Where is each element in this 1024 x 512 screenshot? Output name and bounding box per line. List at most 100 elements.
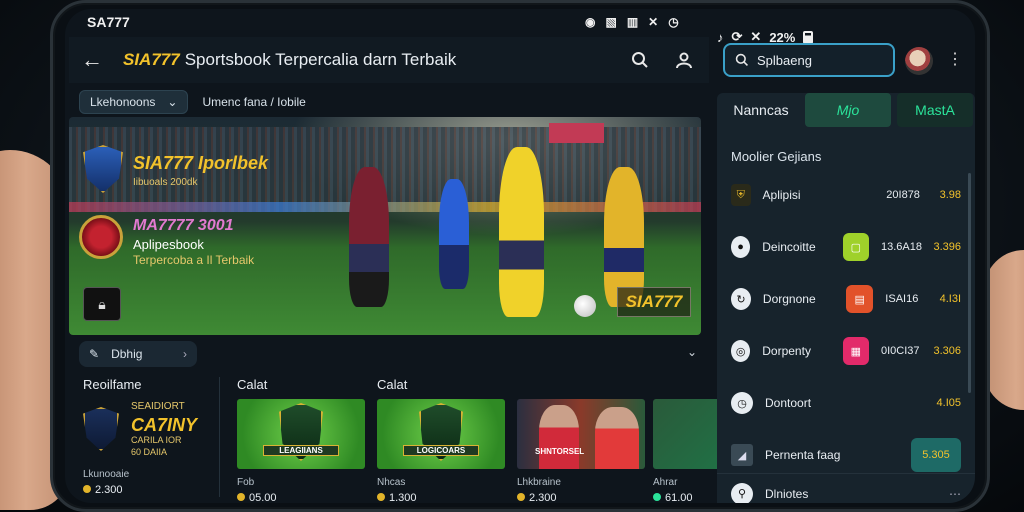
list-item[interactable]: ⛨ Aplipisi 20I878 3.98 (717, 169, 975, 221)
game-tile: SHNTORSEL (517, 399, 645, 469)
status-bar: SA777 ◉ ▧ ▥ ✕ ◷ ♪ ⟳ ✕ 22% (65, 9, 975, 45)
filter-label: Dbhig (111, 347, 143, 361)
shield-icon: ⛨ (731, 184, 751, 206)
player-yellow (499, 147, 544, 317)
coin-icon (237, 493, 245, 501)
badge-icon: ▤ (846, 285, 874, 313)
hero-line-2: Aplipesbook (133, 237, 204, 252)
brand-logo: SIA777 (123, 50, 180, 69)
divider (219, 377, 220, 497)
back-arrow-icon[interactable]: ← (81, 47, 109, 73)
odd-button[interactable]: 5.305 (911, 438, 961, 472)
list-item[interactable]: ↻ Dorgnone ▤ ISAI16 4.I3I (717, 273, 975, 325)
hero-brand: SIA777 Iporlbek (133, 153, 269, 173)
game-header (517, 377, 645, 393)
games-section: Reoilfame SEAIDIORT CA7INY CARILA IOR 60… (69, 377, 781, 503)
player-yellow-2 (604, 167, 644, 307)
tile-label: LEAGIIANS (263, 445, 339, 456)
tab-first[interactable]: Nanncas (717, 93, 805, 127)
tab-second[interactable]: Mjo (805, 93, 891, 127)
badge-icon: ▢ (842, 233, 869, 261)
link-icon: ⚲ (731, 482, 753, 503)
chevron-down-icon: ⌄ (167, 95, 178, 109)
row-value: 13.6A18 (880, 241, 922, 253)
row-name: Dontoort (765, 396, 812, 410)
hand-right (984, 250, 1024, 410)
sim-icon: ▥ (626, 15, 639, 29)
lock-icon[interactable]: 🔒︎ (83, 287, 121, 321)
game-price: 2.300 (517, 492, 645, 503)
page-title: Sportsbook Terpercalia darn Terbaik (184, 50, 457, 69)
round-logo-icon (79, 215, 123, 259)
row-name: Dorgnone (762, 292, 816, 306)
pen-icon: ✎ (89, 347, 100, 361)
row-value: 0I0CI37 (880, 345, 920, 357)
row-name: Pernenta faag (765, 448, 841, 462)
coin-icon (83, 485, 91, 493)
game-tile: LOGICOARS (377, 399, 505, 469)
game-card[interactable]: SHNTORSEL Lhkbraine 2.300 (517, 377, 645, 503)
row-value: 20I878 (886, 189, 920, 201)
football-icon (574, 295, 596, 317)
game-header: Calat (377, 377, 408, 392)
list-item[interactable]: ◷ Dontoort 4.I05 (717, 377, 975, 429)
hero-brand-sub: Iibuoals 200dk (133, 177, 198, 188)
row-odd: 4.I05 (936, 397, 961, 409)
list-item[interactable]: ◎ Dorpenty ▦ 0I0CI37 3.306 (717, 325, 975, 377)
featured-t1: SEAIDIORT (131, 401, 185, 412)
more-menu-icon[interactable]: ⋮ (947, 49, 963, 69)
featured-t4: 60 DAIIA (131, 447, 168, 457)
list-item[interactable]: ● Deincoitte ▢ 13.6A18 3.396 (717, 221, 975, 273)
featured-price-value: 2.300 (95, 484, 123, 496)
player-figure (595, 407, 639, 469)
game-card[interactable]: Calat LEAGIIANS Fob 05.00 (237, 377, 365, 503)
filter-button[interactable]: ✎ Dbhig › (79, 341, 197, 367)
sub-navigation: Lkehonoons ⌄ Umenc fana / Iobile (69, 87, 709, 117)
status-icons: ◉ ▧ ▥ ✕ ◷ (585, 15, 679, 29)
ellipsis-icon[interactable]: ⋯ (949, 487, 961, 501)
featured-t3: CARILA IOR (131, 435, 182, 445)
hero-banner[interactable]: SIA777 Iporlbek Iibuoals 200dk MA7777 30… (69, 117, 701, 335)
phone-frame: SA777 ◉ ▧ ▥ ✕ ◷ ♪ ⟳ ✕ 22% ← SIA777 Sport… (50, 0, 990, 512)
user-icon[interactable] (671, 47, 697, 73)
featured-price: 2.300 (83, 484, 123, 496)
search-icon (735, 53, 748, 66)
row-name: Aplipisi (762, 188, 801, 202)
game-foot: Fob (237, 477, 255, 488)
row-value: ISAI16 (885, 293, 919, 305)
game-price-value: 2.300 (529, 492, 557, 503)
shield-logo-icon-small (83, 407, 119, 451)
row-odd: 3.98 (939, 189, 961, 201)
clock-icon: ◷ (731, 392, 753, 414)
main-panel: ← SIA777 Sportsbook Terpercalia darn Ter… (69, 37, 781, 503)
tab-third[interactable]: MastA (897, 93, 973, 127)
search-icon[interactable] (627, 47, 653, 73)
breadcrumb[interactable]: Umenc fana / Iobile (202, 95, 305, 109)
tile-label: LOGICOARS (403, 445, 479, 456)
game-price-value: 05.00 (249, 492, 277, 503)
panel-footer[interactable]: ⚲ Dlniotes ⋯ (717, 473, 975, 503)
game-tile: LEAGIIANS (237, 399, 365, 469)
avatar[interactable] (905, 47, 933, 75)
row-name: Dorpenty (762, 344, 811, 358)
odds-list: ⛨ Aplipisi 20I878 3.98 ● Deincoitte ▢ 13… (717, 169, 975, 481)
featured-t2: CA7INY (131, 415, 198, 435)
tab-bar: Nanncas Mjo MastA (717, 93, 975, 131)
search-input[interactable]: Splbaeng (723, 43, 895, 77)
app-topbar: ← SIA777 Sportsbook Terpercalia darn Ter… (69, 37, 709, 83)
player-blue (439, 179, 469, 289)
player-figure (539, 405, 579, 469)
featured-brand[interactable]: Reoilfame SEAIDIORT CA7INY CARILA IOR 60… (83, 377, 197, 496)
row-odd: 3.396 (933, 241, 961, 253)
hero-stamp: SIA777 (617, 287, 691, 317)
game-price: 1.300 (377, 492, 505, 503)
category-chip[interactable]: Lkehonoons ⌄ (79, 90, 189, 114)
coin-icon (653, 493, 661, 501)
row-odd: 3.306 (933, 345, 961, 357)
badge-icon: ▦ (842, 337, 869, 365)
collapse-chevron-icon[interactable]: ⌄ (687, 345, 697, 359)
scoreboard (549, 123, 604, 143)
game-card[interactable]: Calat LOGICOARS Nhcas 1.300 (377, 377, 505, 503)
game-foot: Lhkbraine (517, 477, 561, 488)
section-title: Moolier Gejians (731, 149, 822, 164)
